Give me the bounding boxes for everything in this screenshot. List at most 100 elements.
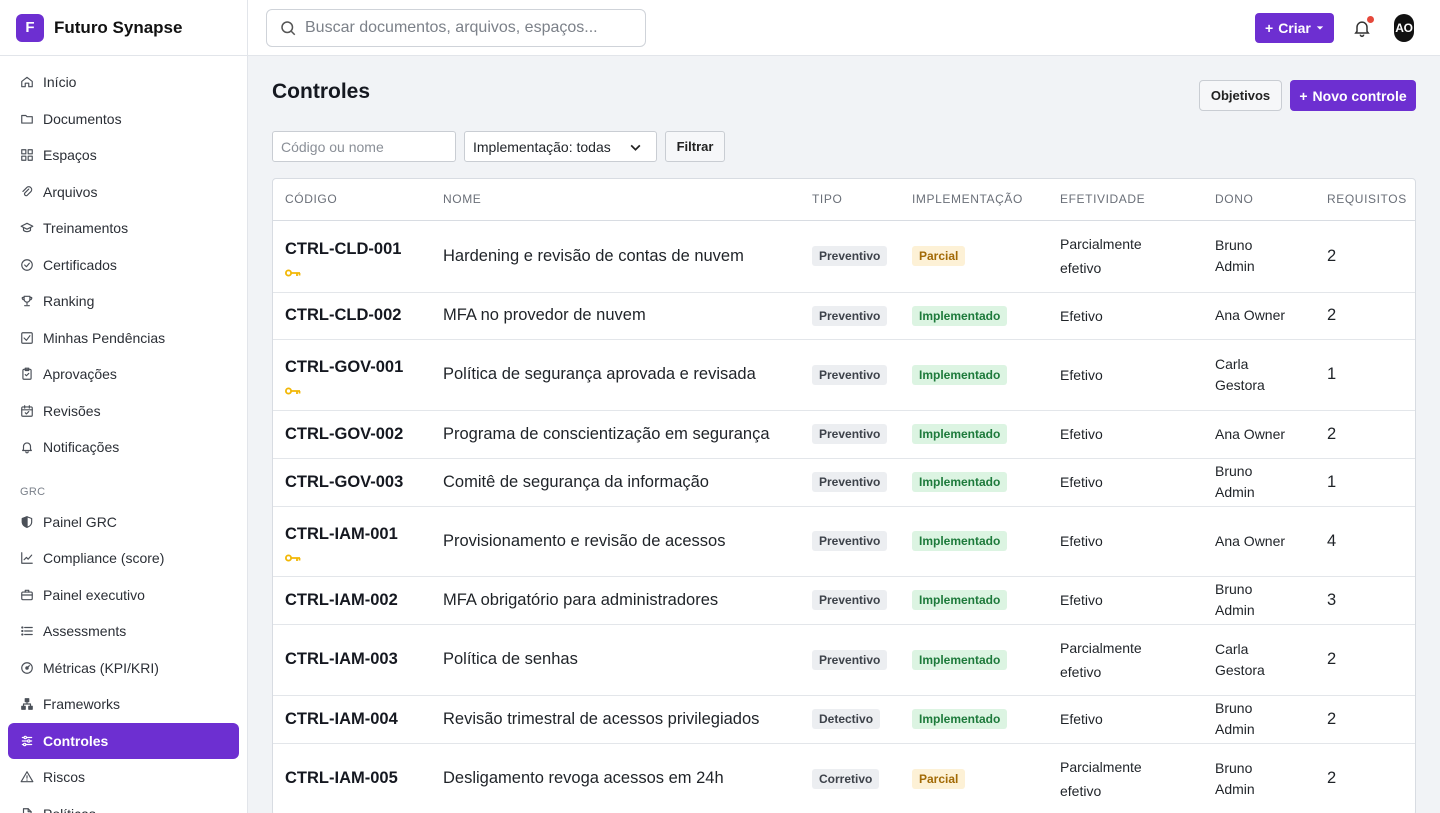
sidebar-item-frameworks[interactable]: Frameworks bbox=[0, 686, 239, 723]
cell-effectiveness: Efetivo bbox=[1048, 410, 1203, 459]
control-code-link[interactable]: CTRL-GOV-002 bbox=[285, 425, 403, 443]
sidebar-item-label: Minhas Pendências bbox=[43, 329, 166, 346]
control-code-link[interactable]: CTRL-IAM-002 bbox=[285, 591, 398, 609]
objectives-button[interactable]: Objetivos bbox=[1199, 80, 1282, 111]
sidebar-item-assessments[interactable]: Assessments bbox=[0, 613, 239, 650]
header-col-owner: DONO bbox=[1203, 179, 1315, 221]
sidebar-item-certificados[interactable]: Certificados bbox=[0, 247, 239, 284]
cell-code[interactable]: CTRL-IAM-004 bbox=[273, 695, 431, 744]
control-code-link[interactable]: CTRL-CLD-002 bbox=[285, 306, 401, 324]
cell-code[interactable]: CTRL-GOV-001 bbox=[273, 339, 431, 411]
type-badge: Preventivo bbox=[812, 305, 888, 326]
type-badge: Preventivo bbox=[812, 531, 888, 551]
control-code-link[interactable]: CTRL-IAM-005 bbox=[285, 769, 398, 787]
sidebar-item-inicio[interactable]: Início bbox=[0, 64, 239, 101]
new-control-button[interactable]: + Novo controle bbox=[1290, 80, 1416, 111]
control-code-link[interactable]: CTRL-IAM-004 bbox=[285, 710, 398, 728]
table-header-row: CÓDIGO NOME TIPO IMPLEMENTAÇÃO EFETIVIDADE DO… bbox=[273, 179, 1415, 221]
type-badge: Preventivo bbox=[812, 590, 888, 610]
control-code-link[interactable]: CTRL-GOV-001 bbox=[285, 358, 403, 376]
calendar-check-icon bbox=[20, 404, 34, 418]
checkbox-icon bbox=[20, 331, 34, 345]
cell-code[interactable]: CTRL-IAM-002 bbox=[273, 576, 431, 625]
cell-requirements: 2 bbox=[1315, 743, 1415, 813]
control-code-link[interactable]: CTRL-IAM-001 bbox=[285, 525, 398, 543]
search-input[interactable] bbox=[305, 19, 635, 37]
table-row[interactable]: CTRL-GOV-001 Política de segurança aprova… bbox=[273, 339, 1415, 411]
cell-code[interactable]: CTRL-CLD-001 bbox=[273, 220, 431, 293]
cell-effectiveness: Parcialmente efetivo bbox=[1048, 743, 1203, 813]
list-icon bbox=[20, 624, 34, 638]
sidebar-item-painel-executivo[interactable]: Painel executivo bbox=[0, 577, 239, 614]
cell-requirements: 1 bbox=[1315, 458, 1415, 507]
global-search[interactable] bbox=[266, 9, 646, 47]
sidebar-item-metricas-kpi-kri[interactable]: Métricas (KPI/KRI) bbox=[0, 650, 239, 687]
sidebar-item-politicas[interactable]: Políticas bbox=[0, 796, 239, 813]
cell-name: Provisionamento e revisão de acessos bbox=[431, 506, 800, 577]
cell-code[interactable]: CTRL-IAM-003 bbox=[273, 624, 431, 696]
sidebar-item-ranking[interactable]: Ranking bbox=[0, 283, 239, 320]
sidebar-item-espacos[interactable]: Espaços bbox=[0, 137, 239, 174]
implementation-filter-select[interactable]: Implementação: todas bbox=[464, 131, 657, 162]
cell-owner: Carla Gestora bbox=[1203, 624, 1315, 696]
header-col-requirements: REQUISITOS bbox=[1315, 179, 1415, 221]
sidebar-item-documentos[interactable]: Documentos bbox=[0, 101, 239, 138]
sidebar-item-controles[interactable]: Controles bbox=[8, 722, 239, 759]
implementation-badge: Implementado bbox=[912, 531, 1008, 551]
table-row[interactable]: CTRL-GOV-003 Comitê de segurança da infor… bbox=[273, 458, 1415, 507]
header-col-type: TIPO bbox=[800, 179, 900, 221]
type-badge: Detectivo bbox=[812, 709, 881, 729]
cell-owner: Bruno Admin bbox=[1203, 458, 1315, 507]
filter-button[interactable]: Filtrar bbox=[665, 131, 725, 162]
sidebar-item-arquivos[interactable]: Arquivos bbox=[0, 174, 239, 211]
sidebar-item-label: Revisões bbox=[43, 402, 101, 419]
implementation-badge: Implementado bbox=[912, 472, 1008, 492]
control-code-link[interactable]: CTRL-IAM-003 bbox=[285, 650, 398, 668]
page-title: Controles bbox=[272, 80, 371, 103]
cell-type: Preventivo bbox=[800, 506, 900, 577]
key-icon bbox=[285, 263, 431, 276]
table-row[interactable]: CTRL-IAM-002 MFA obrigatório para adminis… bbox=[273, 576, 1415, 625]
sidebar-item-riscos[interactable]: Riscos bbox=[0, 759, 239, 796]
sidebar-item-notificacoes[interactable]: Notificações bbox=[0, 429, 239, 466]
type-badge: Preventivo bbox=[812, 424, 888, 444]
create-button[interactable]: + Criar bbox=[1255, 13, 1334, 43]
sidebar-item-revisoes[interactable]: Revisões bbox=[0, 393, 239, 430]
control-code-link[interactable]: CTRL-CLD-001 bbox=[285, 240, 401, 258]
sidebar-item-treinamentos[interactable]: Treinamentos bbox=[0, 210, 239, 247]
sidebar-item-label: Frameworks bbox=[43, 696, 121, 713]
code-name-filter-input[interactable] bbox=[272, 131, 456, 162]
table-row[interactable]: CTRL-GOV-002 Programa de conscientização … bbox=[273, 410, 1415, 459]
trend-chart-icon bbox=[20, 551, 34, 565]
table-row[interactable]: CTRL-IAM-003 Política de senhas Preventivo… bbox=[273, 624, 1415, 696]
sidebar-item-label: Painel executivo bbox=[43, 586, 145, 603]
cell-type: Preventivo bbox=[800, 410, 900, 459]
cell-owner: Bruno Admin bbox=[1203, 743, 1315, 813]
implementation-badge: Parcial bbox=[912, 246, 966, 266]
table-row[interactable]: CTRL-CLD-002 MFA no provedor de nuvem Prev… bbox=[273, 292, 1415, 340]
cell-name: MFA no provedor de nuvem bbox=[431, 292, 800, 340]
sidebar-item-painel-grc[interactable]: Painel GRC bbox=[0, 504, 239, 541]
sidebar-item-aprovacoes[interactable]: Aprovações bbox=[0, 356, 239, 393]
cell-code[interactable]: CTRL-IAM-001 bbox=[273, 506, 431, 577]
cell-code[interactable]: CTRL-GOV-002 bbox=[273, 410, 431, 459]
brand[interactable]: F Futuro Synapse bbox=[0, 0, 247, 56]
control-code-link[interactable]: CTRL-GOV-003 bbox=[285, 473, 403, 491]
avatar[interactable]: AO bbox=[1394, 14, 1414, 42]
sidebar-item-label: Espaços bbox=[43, 147, 97, 164]
cell-code[interactable]: CTRL-CLD-002 bbox=[273, 292, 431, 340]
table-row[interactable]: CTRL-CLD-001 Hardening e revisão de conta… bbox=[273, 220, 1415, 293]
header-col-name: NOME bbox=[431, 179, 800, 221]
table-row[interactable]: CTRL-IAM-004 Revisão trimestral de acesso… bbox=[273, 695, 1415, 744]
cell-implementation: Parcial bbox=[900, 220, 1048, 293]
cell-owner: Carla Gestora bbox=[1203, 339, 1315, 411]
cell-type: Detectivo bbox=[800, 695, 900, 744]
table-row[interactable]: CTRL-IAM-001 Provisionamento e revisão de… bbox=[273, 506, 1415, 577]
sidebar-item-compliance-score[interactable]: Compliance (score) bbox=[0, 540, 239, 577]
table-row[interactable]: CTRL-IAM-005 Desligamento revoga acessos … bbox=[273, 743, 1415, 813]
cell-implementation: Implementado bbox=[900, 458, 1048, 507]
cell-code[interactable]: CTRL-IAM-005 bbox=[273, 743, 431, 813]
sidebar-item-minhas-pendencias[interactable]: Minhas Pendências bbox=[0, 320, 239, 357]
cell-owner: Bruno Admin bbox=[1203, 695, 1315, 744]
cell-code[interactable]: CTRL-GOV-003 bbox=[273, 458, 431, 507]
